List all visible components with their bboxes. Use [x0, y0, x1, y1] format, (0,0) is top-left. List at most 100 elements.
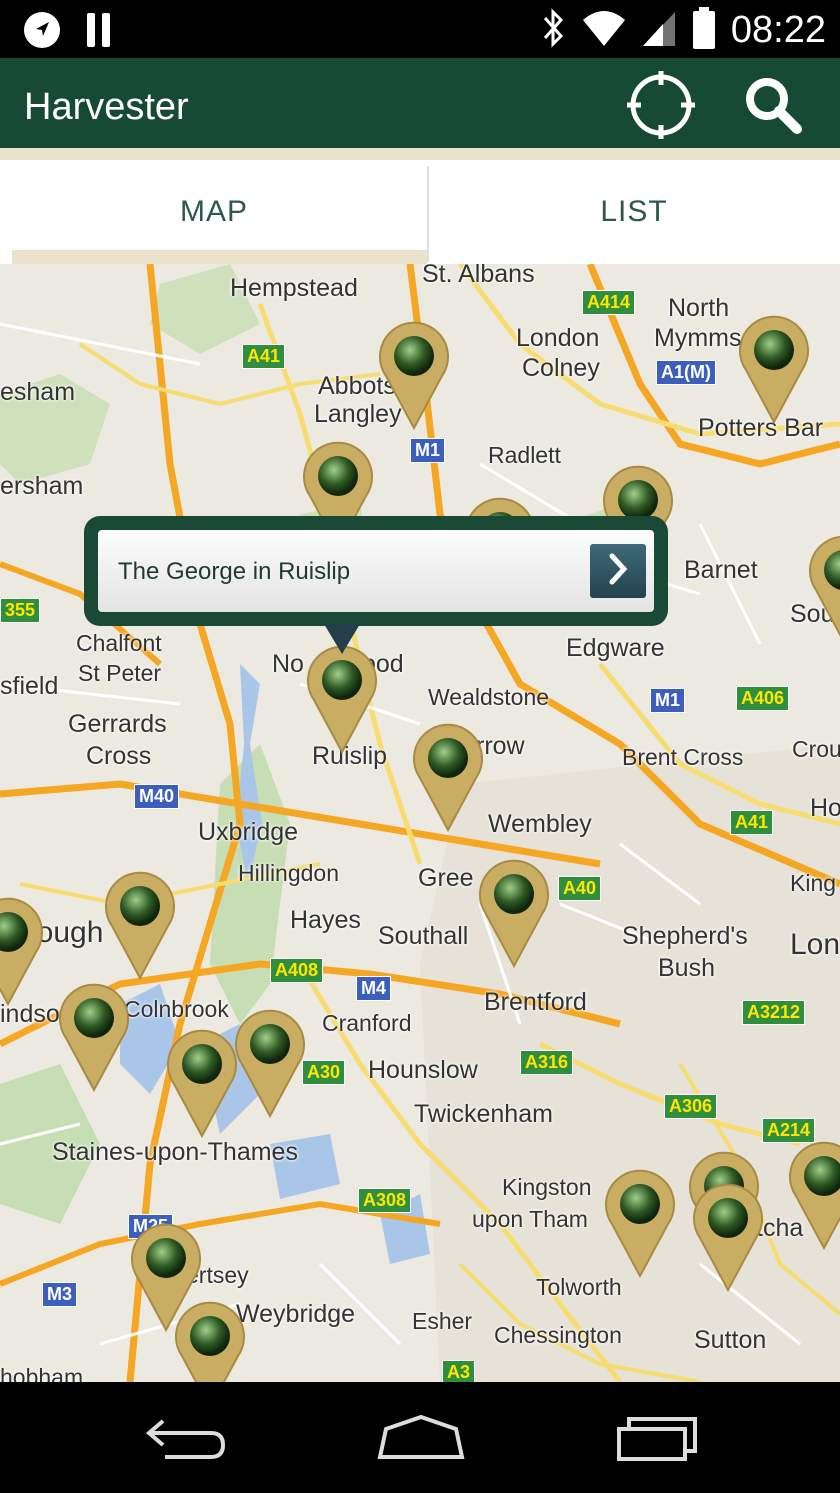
- place-label: sfield: [0, 672, 59, 700]
- road-shield: A306: [664, 1094, 718, 1119]
- road-shield: A414: [582, 290, 636, 315]
- system-nav-bar: [0, 1382, 840, 1493]
- place-label: Sutton: [694, 1326, 767, 1354]
- place-label: Lon: [790, 928, 840, 961]
- road-shield: A1(M): [656, 360, 716, 385]
- place-label: St. Albans: [422, 264, 535, 288]
- tab-bar-accent: [0, 148, 840, 160]
- place-label: Hounslow: [368, 1056, 478, 1084]
- wifi-icon: [581, 8, 627, 53]
- road-shield: M3: [42, 1282, 78, 1307]
- place-label: Esher: [412, 1308, 473, 1334]
- location-pin[interactable]: [736, 312, 812, 425]
- tab-map[interactable]: MAP: [0, 160, 428, 264]
- battery-icon: [691, 6, 717, 55]
- road-shield: A308: [358, 1188, 412, 1213]
- chevron-right-icon: [605, 552, 631, 591]
- road-shield: A406: [736, 686, 790, 711]
- locate-button[interactable]: [626, 70, 696, 144]
- location-pin[interactable]: [806, 532, 840, 644]
- location-pin[interactable]: [476, 856, 552, 969]
- place-label: Colney: [522, 354, 600, 382]
- place-label: Weybridge: [236, 1300, 356, 1328]
- recents-button[interactable]: [602, 1404, 712, 1474]
- location-pin[interactable]: [376, 318, 452, 431]
- info-window: The George in Ruislip: [84, 516, 668, 626]
- clock: 08:22: [730, 9, 826, 51]
- location-pin[interactable]: [786, 1138, 840, 1251]
- place-label: Barnet: [684, 556, 758, 584]
- tab-list[interactable]: LIST: [428, 160, 840, 264]
- road-shield: 355: [0, 598, 41, 623]
- location-pin[interactable]: [690, 1180, 766, 1293]
- place-label: Kingston: [502, 1174, 592, 1200]
- location-pin[interactable]: [410, 720, 486, 833]
- tab-bar: MAP LIST: [0, 148, 840, 264]
- back-icon: [145, 1413, 229, 1466]
- place-label: Tolworth: [536, 1274, 622, 1300]
- info-window-pointer: [324, 624, 360, 654]
- place-label: Radlett: [488, 442, 561, 468]
- place-label: Twickenham: [414, 1100, 553, 1128]
- app-title: Harvester: [24, 86, 189, 128]
- place-label: Colnbrook: [124, 996, 229, 1022]
- back-button[interactable]: [132, 1404, 242, 1474]
- home-button[interactable]: [366, 1404, 476, 1474]
- road-shield: M40: [134, 784, 180, 809]
- place-label: Chessington: [494, 1322, 622, 1348]
- location-pin[interactable]: [304, 642, 380, 755]
- place-label: Shepherd's: [622, 922, 748, 950]
- navigation-icon: [22, 10, 62, 55]
- place-label: ersham: [0, 472, 84, 500]
- tab-selected-indicator: [12, 250, 427, 264]
- place-label: Gree: [418, 864, 474, 892]
- road-shield: A3: [442, 1360, 476, 1382]
- place-label: Staines-upon-Thames: [52, 1138, 298, 1166]
- place-label: Edgware: [566, 634, 665, 662]
- place-label: King: [790, 870, 837, 896]
- road-shield: A40: [558, 876, 602, 901]
- place-label: Chalfont: [76, 630, 162, 656]
- place-label: Southall: [378, 922, 469, 950]
- place-label: No: [272, 650, 304, 678]
- place-label: Hillingdon: [238, 860, 340, 886]
- signal-icon: [641, 8, 677, 53]
- place-label: Hayes: [290, 906, 361, 934]
- locate-icon: [627, 70, 695, 144]
- home-icon: [376, 1413, 466, 1466]
- place-label: Crou: [792, 736, 840, 762]
- location-pin[interactable]: [164, 1026, 240, 1139]
- info-window-open-button[interactable]: [590, 544, 646, 598]
- recents-icon: [615, 1413, 699, 1466]
- place-label: Gerrards: [68, 710, 167, 738]
- map-view[interactable]: Hempstead St. Albans North Mymms London …: [0, 264, 840, 1382]
- place-label: Mymms: [654, 324, 742, 352]
- bluetooth-icon: [539, 6, 567, 55]
- location-pin[interactable]: [232, 1006, 308, 1119]
- location-pin[interactable]: [56, 980, 132, 1093]
- road-shield: A3212: [742, 1000, 806, 1025]
- road-shield: A41: [730, 810, 774, 835]
- place-label: hobham: [0, 1364, 84, 1382]
- road-shield: M1: [410, 438, 446, 463]
- place-label: esham: [0, 378, 76, 406]
- place-label: London: [516, 324, 600, 352]
- location-pin[interactable]: [0, 894, 46, 1007]
- search-icon: [743, 75, 803, 140]
- location-pin[interactable]: [602, 1166, 678, 1279]
- place-label: upon Tham: [472, 1206, 588, 1232]
- road-shield: A30: [302, 1060, 346, 1085]
- place-label: Cranford: [322, 1010, 412, 1036]
- road-shield: A316: [520, 1050, 574, 1075]
- search-button[interactable]: [738, 72, 808, 142]
- place-label: Ho: [810, 794, 840, 822]
- road-shield: M1: [650, 688, 686, 713]
- location-pin[interactable]: [102, 868, 178, 981]
- info-window-card[interactable]: The George in Ruislip: [98, 530, 654, 612]
- app-bar: Harvester: [0, 58, 840, 148]
- place-label: St Peter: [78, 660, 162, 686]
- road-shield: A41: [242, 344, 286, 369]
- location-pin[interactable]: [172, 1298, 248, 1382]
- pause-icon: [84, 10, 114, 55]
- place-label: Brentford: [484, 988, 587, 1016]
